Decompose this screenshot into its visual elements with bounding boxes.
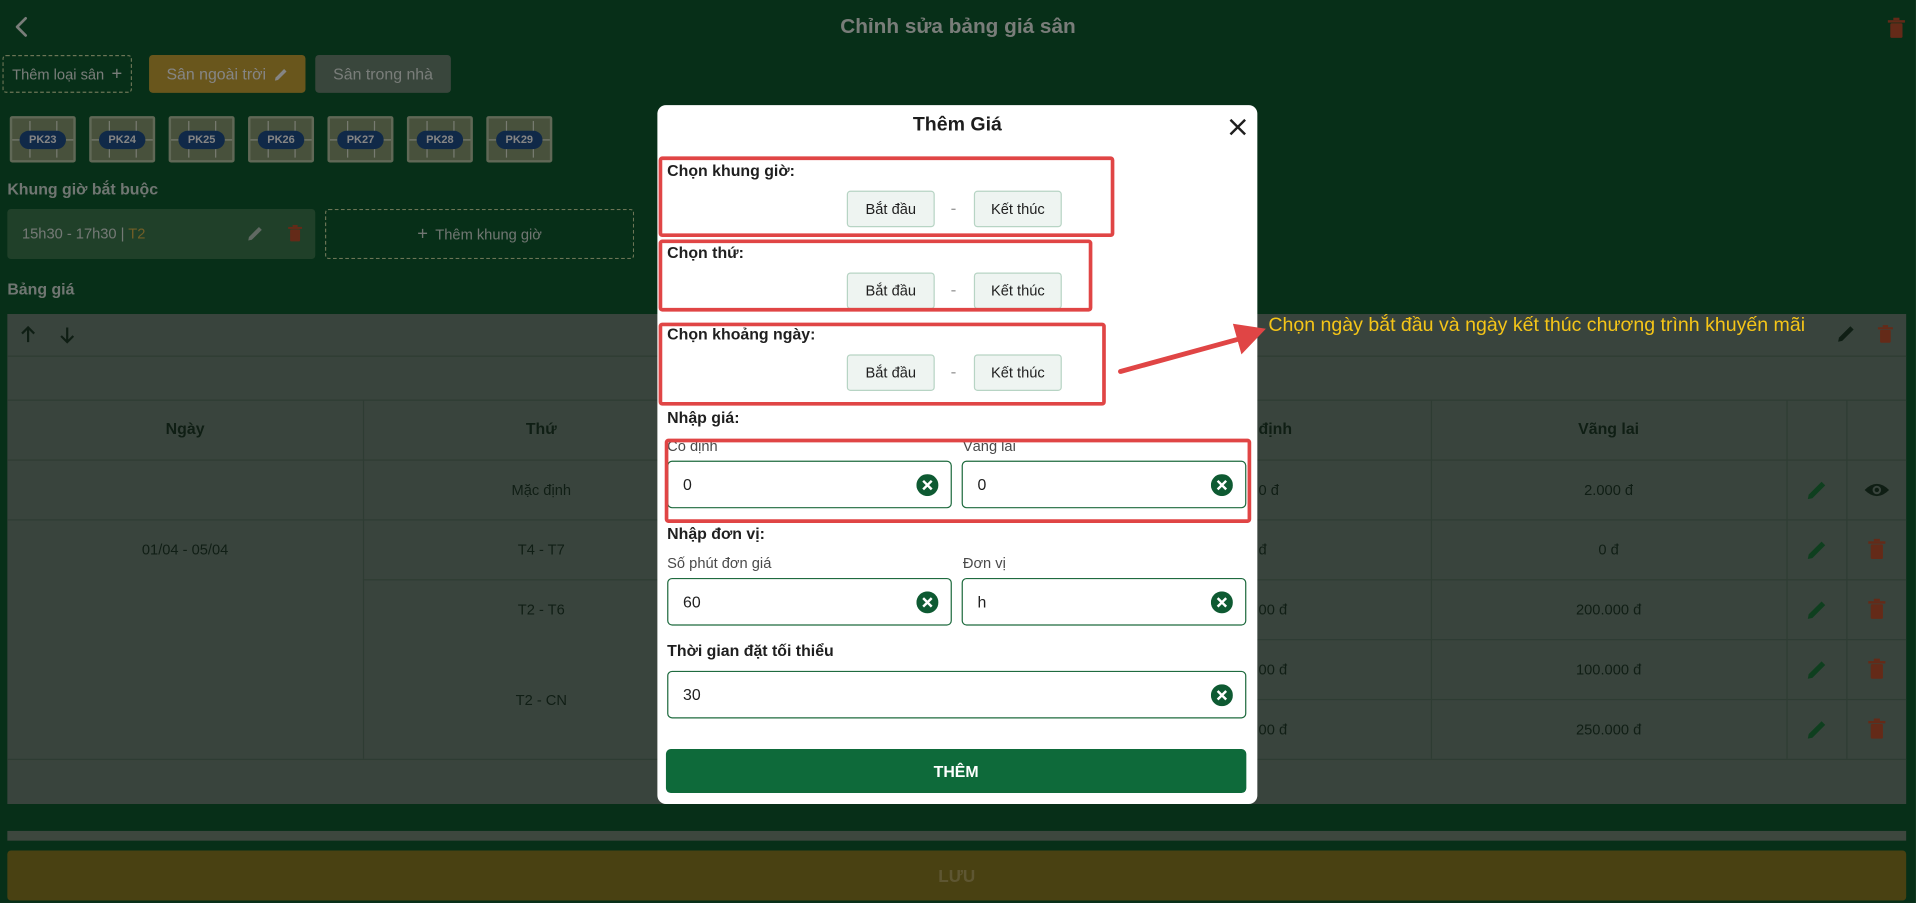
highlight-box	[664, 438, 1252, 523]
minutes-input[interactable]: 60	[667, 577, 952, 626]
add-button[interactable]: THÊM	[665, 749, 1247, 794]
clear-icon[interactable]	[916, 591, 939, 614]
add-price-dialog: Thêm Giá Chọn khung giờ: Bắt đầu - Kết t…	[657, 105, 1258, 805]
unit-value: h	[977, 592, 987, 611]
clear-icon[interactable]	[1210, 591, 1233, 614]
unit-name-label: Đơn vị	[962, 554, 1006, 572]
dialog-title: Thêm Giá	[912, 114, 1002, 136]
close-icon[interactable]	[1227, 116, 1249, 138]
unit-input[interactable]: h	[961, 577, 1247, 626]
min-booking-value: 30	[683, 685, 701, 704]
highlight-box	[658, 239, 1093, 312]
min-booking-label: Thời gian đặt tối thiểu	[667, 641, 834, 660]
annotation-text: Chọn ngày bắt đầu và ngày kết thúc chươn…	[1268, 315, 1806, 337]
minutes-per-price-label: Số phút đơn giá	[667, 554, 772, 572]
price-label: Nhập giá:	[667, 408, 740, 427]
minutes-value: 60	[683, 592, 701, 611]
min-booking-input[interactable]: 30	[667, 670, 1247, 719]
clear-icon[interactable]	[1210, 684, 1233, 707]
highlight-box	[658, 156, 1115, 238]
arrow-icon	[1118, 323, 1266, 374]
unit-label: Nhập đơn vị:	[667, 524, 765, 543]
highlight-box	[658, 322, 1106, 406]
